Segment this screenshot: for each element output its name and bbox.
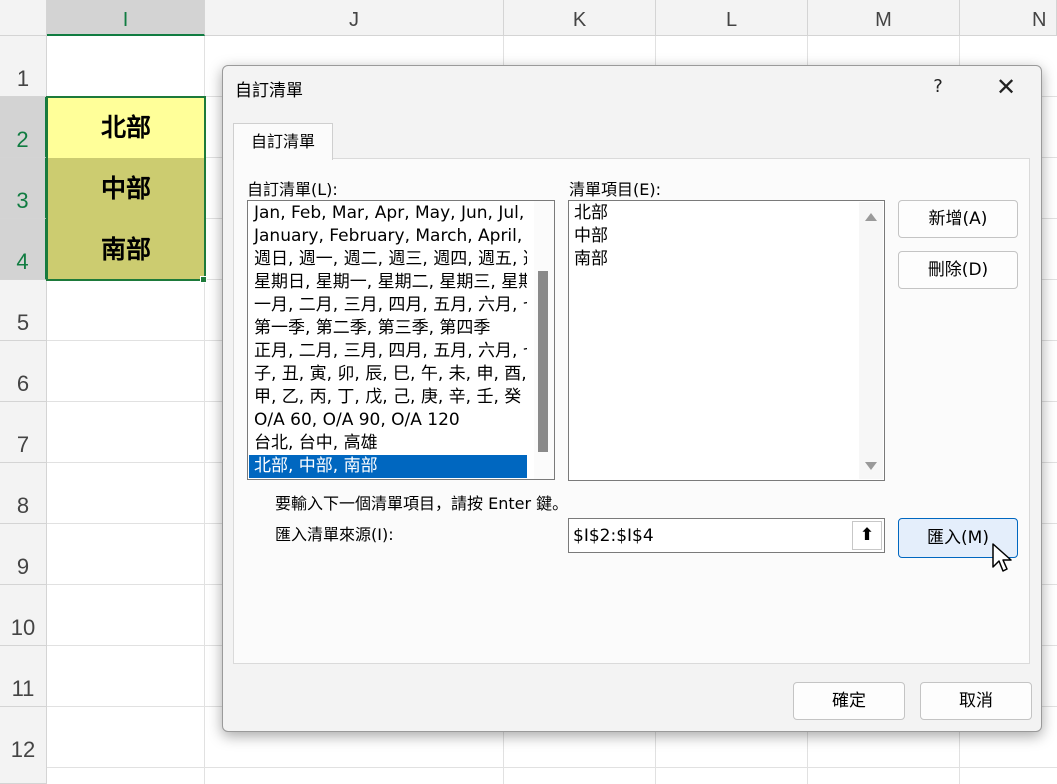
list-entry: 南部 [574,249,608,269]
scroll-up-arrow-icon[interactable] [865,213,877,221]
list-entry: 北部 [574,203,608,223]
import-source-input[interactable] [573,520,843,551]
list-item[interactable]: 星期日, 星期一, 星期二, 星期三, 星期 [249,271,527,294]
list-item[interactable]: 一月, 二月, 三月, 四月, 五月, 六月, 七 [249,294,527,317]
column-header-i[interactable]: I [47,0,205,36]
list-entries-textarea[interactable]: 北部 中部 南部 [568,200,885,481]
list-item[interactable]: O/A 60, O/A 90, O/A 120 [249,409,527,432]
hint-text: 要輸入下一個清單項目，請按 Enter 鍵。 [275,494,569,513]
row-header-9[interactable]: 9 [0,524,47,585]
list-entry: 中部 [574,226,608,246]
row-header-11[interactable]: 11 [0,646,47,707]
list-item[interactable]: January, February, March, April, M [249,225,527,248]
row-header-12[interactable]: 12 [0,707,47,784]
import-source-field[interactable]: ⬆ [568,518,885,553]
list-item[interactable]: 週日, 週一, 週二, 週三, 週四, 週五, 週 [249,248,527,271]
row-header-4[interactable]: 4 [0,219,47,280]
row-header-5[interactable]: 5 [0,280,47,341]
column-header-l[interactable]: L [656,0,808,36]
collapse-dialog-icon[interactable]: ⬆ [852,521,882,550]
help-button[interactable]: ? [923,72,953,102]
row-header-3[interactable]: 3 [0,158,47,219]
ok-button[interactable]: 確定 [793,682,905,720]
entries-scrollbar[interactable] [859,202,883,479]
select-all-corner[interactable] [0,0,47,36]
cell-selection-border [46,96,206,281]
custom-lists-label: 自訂清單(L): [247,180,338,199]
scroll-down-arrow-icon[interactable] [865,462,877,470]
row-header-2[interactable]: 2 [0,97,47,158]
gridline [47,767,1057,768]
column-header-k[interactable]: K [504,0,656,36]
fill-handle[interactable] [200,276,207,283]
custom-lists-dialog: 自訂清單 ? ✕ 自訂清單 自訂清單(L): Jan, Feb, Mar, Ap… [222,65,1042,732]
column-header-j[interactable]: J [205,0,504,36]
scrollbar-thumb[interactable] [538,271,548,452]
list-item-selected[interactable]: 北部, 中部, 南部 [249,455,527,478]
row-header-8[interactable]: 8 [0,463,47,524]
custom-lists-listbox[interactable]: Jan, Feb, Mar, Apr, May, Jun, Jul, A Jan… [247,200,555,480]
row-header-1[interactable]: 1 [0,36,47,97]
list-item[interactable]: 正月, 二月, 三月, 四月, 五月, 六月, 七 [249,340,527,363]
close-button[interactable]: ✕ [988,70,1024,104]
tab-custom-lists[interactable]: 自訂清單 [233,123,333,160]
column-header-n[interactable]: N [960,0,1057,36]
row-header-10[interactable]: 10 [0,585,47,646]
list-item[interactable]: 第一季, 第二季, 第三季, 第四季 [249,317,527,340]
delete-button[interactable]: 刪除(D) [898,251,1018,289]
row-header-7[interactable]: 7 [0,402,47,463]
list-entries-label: 清單項目(E): [569,180,661,199]
list-item[interactable]: Jan, Feb, Mar, Apr, May, Jun, Jul, A [249,202,527,225]
list-item[interactable]: 子, 丑, 寅, 卯, 辰, 巳, 午, 未, 申, 酉, 戌 [249,363,527,386]
cancel-button[interactable]: 取消 [920,682,1032,720]
list-item[interactable]: 甲, 乙, 丙, 丁, 戊, 己, 庚, 辛, 壬, 癸 [249,386,527,409]
row-header-6[interactable]: 6 [0,341,47,402]
mouse-pointer-icon [992,543,1012,572]
list-item[interactable]: 台北, 台中, 高雄 [249,432,527,455]
dialog-title: 自訂清單 [235,81,303,101]
import-source-label: 匯入清單來源(I): [275,525,394,544]
column-header-m[interactable]: M [808,0,960,36]
add-button[interactable]: 新增(A) [898,200,1018,238]
